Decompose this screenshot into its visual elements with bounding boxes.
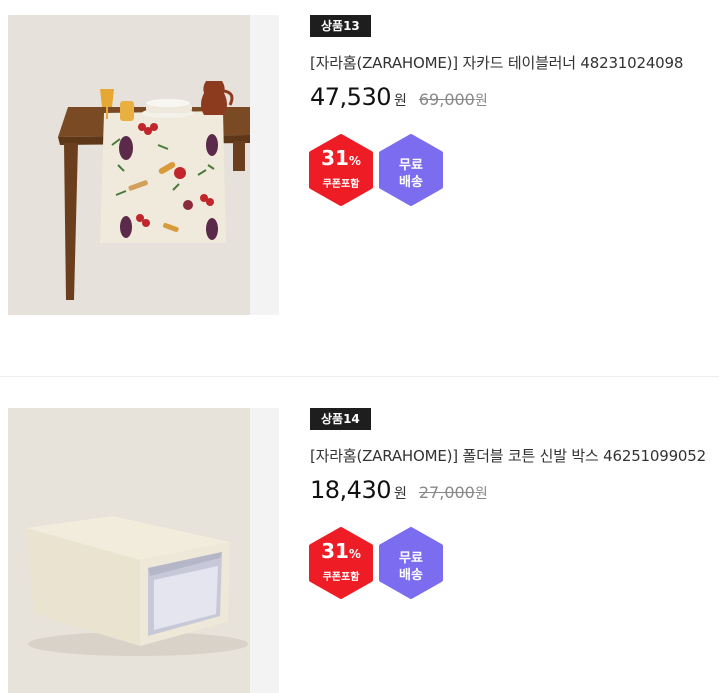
original-price-currency: 원 [474, 93, 488, 109]
coupon-label: 쿠폰포함 [322, 179, 360, 190]
coupon-discount-badge: 31% 쿠폰포함 [308, 134, 374, 206]
price-row: 18,430 원 27,000원 [310, 476, 488, 504]
product-card-1[interactable]: 상품13 [자라홈(ZARAHOME)] 자카드 테이블러너 482310240… [0, 0, 719, 377]
price-row: 47,530 원 69,000원 [310, 83, 488, 111]
sale-price: 47,530 [310, 83, 391, 111]
product-image-table-runner[interactable] [8, 15, 279, 315]
shoe-box-illustration [8, 408, 279, 693]
product-number-badge: 상품14 [310, 408, 371, 430]
shipping-line2: 배송 [399, 175, 423, 190]
percent-sign: % [348, 154, 361, 168]
free-shipping-badge: 무료 배송 [378, 134, 444, 206]
product-card-2[interactable]: 상품14 [자라홈(ZARAHOME)] 폴더블 코튼 신발 박스 462510… [0, 378, 719, 693]
table-runner-illustration [8, 15, 279, 315]
percent-sign: % [348, 547, 361, 561]
coupon-discount-badge: 31% 쿠폰포함 [308, 527, 374, 599]
original-price: 69,000 [418, 90, 475, 109]
original-price: 27,000 [418, 483, 475, 502]
product-number-badge: 상품13 [310, 15, 371, 37]
sale-price: 18,430 [310, 476, 391, 504]
coupon-label: 쿠폰포함 [322, 572, 360, 583]
product-title[interactable]: [자라홈(ZARAHOME)] 자카드 테이블러너 48231024098 [310, 52, 683, 73]
product-title[interactable]: [자라홈(ZARAHOME)] 폴더블 코튼 신발 박스 46251099052 [310, 445, 706, 466]
product-image-shoe-box[interactable] [8, 408, 279, 693]
discount-percent: 31 [321, 146, 349, 170]
product-divider [0, 376, 719, 377]
original-price-currency: 원 [474, 486, 488, 502]
shipping-line2: 배송 [399, 568, 423, 583]
discount-percent: 31 [321, 539, 349, 563]
free-shipping-badge: 무료 배송 [378, 527, 444, 599]
sale-price-currency: 원 [393, 486, 407, 502]
sale-price-currency: 원 [393, 93, 407, 109]
